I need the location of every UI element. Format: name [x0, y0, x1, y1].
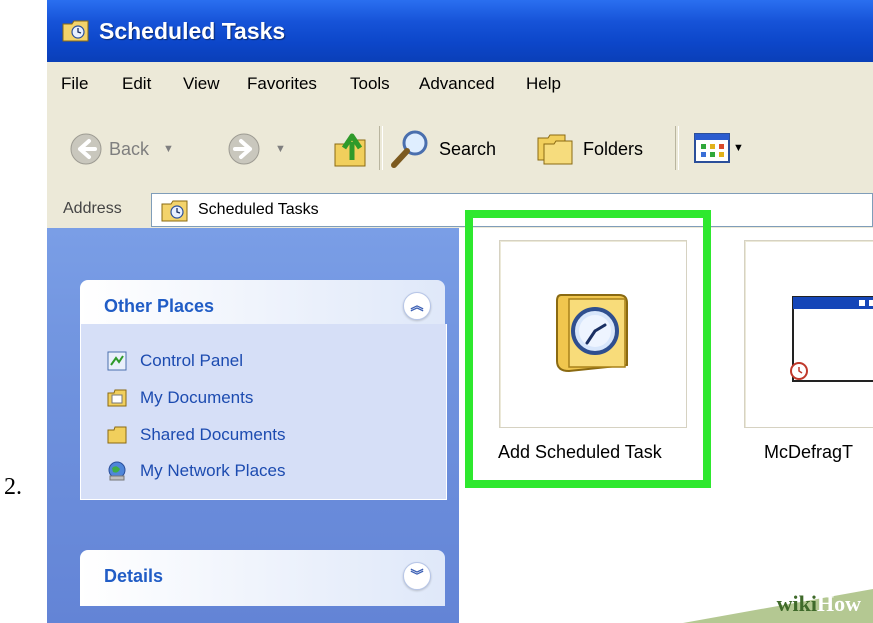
details-title: Details: [104, 566, 164, 586]
toolbar-separator: [379, 126, 383, 170]
watermark-how: How: [817, 591, 861, 616]
watermark-wiki: wiki: [776, 591, 817, 616]
scheduled-tasks-folder-icon: [161, 200, 188, 222]
task-pane: Other Places ︽ Control Panel My Document…: [47, 228, 459, 623]
search-label: Search: [439, 138, 497, 159]
place-label: My Documents: [140, 388, 254, 407]
wikihow-watermark: wikiHow: [653, 579, 873, 623]
address-value: Scheduled Tasks: [198, 201, 319, 218]
place-label: Control Panel: [140, 351, 244, 370]
menu-advanced[interactable]: Advanced: [419, 74, 495, 94]
place-label: Shared Documents: [140, 425, 286, 444]
menu-help[interactable]: Help: [526, 74, 561, 94]
network-places-icon: [108, 461, 126, 481]
views-grid-icon: [694, 133, 730, 163]
explorer-window: Scheduled Tasks File Edit View Favorites…: [47, 0, 873, 623]
place-shared-documents[interactable]: Shared Documents: [106, 424, 286, 446]
watermark-text: wikiHow: [777, 591, 861, 617]
search-button[interactable]: Search: [389, 128, 496, 170]
back-button[interactable]: Back ▼: [69, 132, 174, 166]
control-panel-icon: [107, 351, 127, 371]
other-places-list: Control Panel My Documents Shared Docume…: [80, 324, 447, 500]
menu-view[interactable]: View: [183, 74, 220, 94]
search-icon: [391, 130, 428, 168]
highlight-box: [465, 210, 711, 488]
expand-chevron-icon[interactable]: ︾: [403, 562, 431, 590]
menu-bar: File Edit View Favorites Tools Advanced …: [47, 62, 873, 105]
place-label: My Network Places: [140, 461, 286, 480]
scheduled-tasks-folder-icon: [62, 20, 89, 42]
folders-button[interactable]: Folders: [535, 130, 643, 168]
place-control-panel[interactable]: Control Panel: [106, 350, 243, 372]
back-dropdown-icon[interactable]: ▼: [163, 143, 174, 155]
address-bar: Address Scheduled Tasks: [47, 190, 873, 229]
folders-label: Folders: [583, 138, 644, 159]
menu-file[interactable]: File: [61, 74, 88, 94]
address-label: Address: [63, 200, 122, 217]
details-header[interactable]: Details ︾: [80, 550, 445, 606]
forward-button[interactable]: ▼: [227, 132, 286, 166]
back-label: Back: [109, 138, 150, 159]
other-places-title: Other Places: [104, 296, 215, 316]
step-number: 2.: [4, 474, 22, 500]
menu-edit[interactable]: Edit: [122, 74, 151, 94]
title-bar[interactable]: Scheduled Tasks: [47, 0, 873, 62]
toolbar-separator: [675, 126, 679, 170]
forward-dropdown-icon[interactable]: ▼: [275, 143, 286, 155]
collapse-chevron-icon[interactable]: ︽: [403, 292, 431, 320]
shared-folder-icon: [107, 426, 127, 444]
my-documents-icon: [107, 389, 127, 407]
views-button[interactable]: ▼: [693, 132, 744, 164]
menu-tools[interactable]: Tools: [350, 74, 390, 94]
forward-arrow-icon: [228, 133, 260, 165]
mcdefrag-task-label[interactable]: McDefragT: [764, 442, 853, 463]
views-dropdown-icon[interactable]: ▼: [733, 142, 744, 154]
window-title: Scheduled Tasks: [99, 18, 286, 44]
mcdefrag-task-item[interactable]: [744, 240, 873, 428]
scheduled-task-window-icon: [790, 296, 873, 382]
back-arrow-icon: [70, 133, 102, 165]
menu-favorites[interactable]: Favorites: [247, 74, 317, 94]
folders-icon: [537, 134, 573, 165]
up-folder-button[interactable]: [331, 126, 371, 170]
up-folder-icon: [334, 133, 366, 167]
place-my-network-places[interactable]: My Network Places: [106, 460, 285, 482]
place-my-documents[interactable]: My Documents: [106, 387, 253, 409]
toolbar: Back ▼ ▼ Search Folders ▼: [47, 104, 873, 191]
